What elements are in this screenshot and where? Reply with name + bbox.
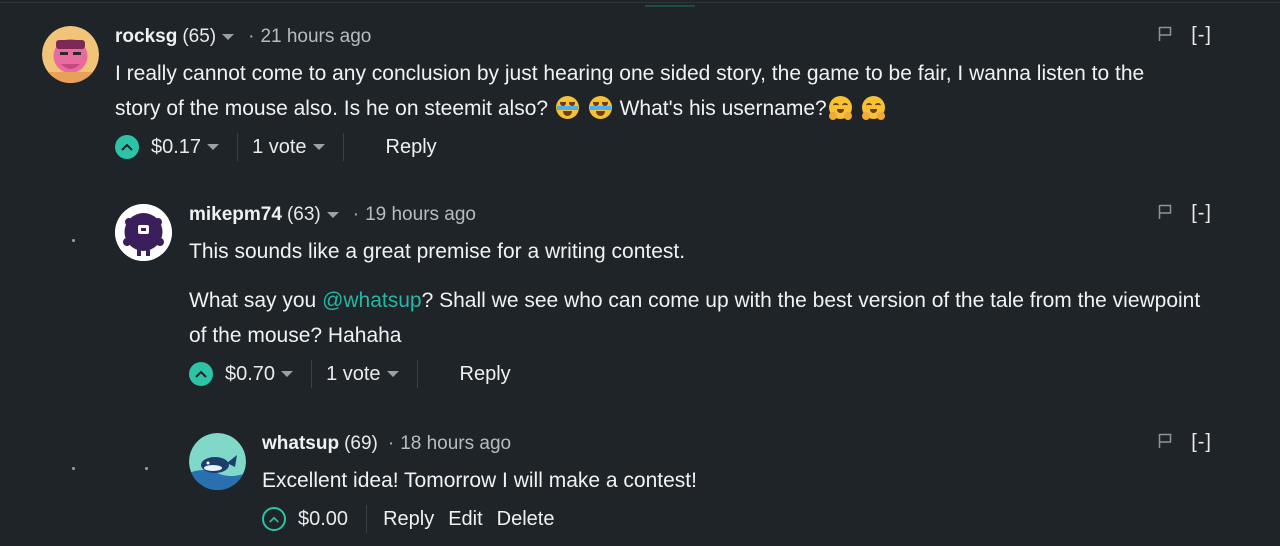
vote-count[interactable]: 1 vote <box>326 363 380 386</box>
thread-marker <box>72 239 75 242</box>
comment-footer: $0.17 1 vote Reply <box>115 132 1212 162</box>
comment-text-line: I really cannot come to any conclusion b… <box>115 62 1145 85</box>
divider <box>342 133 344 161</box>
delete-button[interactable]: Delete <box>497 508 555 531</box>
comment-text: This sounds like a great premise for a w… <box>189 234 1212 353</box>
timestamp[interactable]: 18 hours ago <box>400 433 511 455</box>
avatar[interactable] <box>42 26 99 83</box>
crying-laughing-emoji <box>555 96 579 119</box>
caret-down-icon[interactable] <box>312 144 325 150</box>
comments-thread: rocksg (65) · 21 hours ago [-] I really … <box>0 0 1280 546</box>
avatar[interactable] <box>115 204 172 261</box>
edit-button[interactable]: Edit <box>448 508 482 531</box>
comment-paragraph: Excellent idea! Tomorrow I will make a c… <box>262 469 697 492</box>
upvote-button[interactable] <box>115 135 139 159</box>
author-name[interactable]: rocksg <box>115 26 177 48</box>
chevron-up-icon <box>195 370 207 378</box>
caret-down-icon[interactable] <box>222 34 235 40</box>
flag-icon[interactable] <box>1158 433 1172 449</box>
comment-body: mikepm74 (63) · 19 hours ago [-] This so… <box>189 202 1212 389</box>
text-fragment: What say you <box>189 289 323 312</box>
chevron-up-icon <box>269 516 279 523</box>
comment-text-line: What's his username? <box>619 97 827 120</box>
caret-down-icon[interactable] <box>326 212 339 218</box>
timestamp[interactable]: 21 hours ago <box>260 26 371 48</box>
comment-body: rocksg (65) · 21 hours ago [-] I really … <box>115 24 1212 162</box>
avatar[interactable] <box>189 433 246 490</box>
comment-header: whatsup (69) · 18 hours ago [-] <box>262 431 1212 457</box>
comment-body: whatsup (69) · 18 hours ago [-] Excellen… <box>262 431 1212 534</box>
timestamp[interactable]: 19 hours ago <box>365 204 476 226</box>
vote-count[interactable]: 1 vote <box>252 136 306 159</box>
reply-button[interactable]: Reply <box>386 136 437 159</box>
divider <box>416 360 418 388</box>
divider <box>366 505 368 533</box>
collapse-button[interactable]: [-] <box>1191 24 1212 47</box>
reply-button[interactable]: Reply <box>383 508 434 531</box>
comment-footer: $0.00 Reply Edit Delete <box>262 504 1212 534</box>
top-divider <box>0 2 1280 3</box>
payout-value[interactable]: $0.70 <box>225 363 275 386</box>
thread-marker <box>145 467 148 470</box>
separator-dot: · <box>248 26 255 47</box>
author-name[interactable]: whatsup <box>262 433 339 455</box>
payout-value[interactable]: $0.17 <box>151 136 201 159</box>
separator-dot: · <box>352 204 360 225</box>
divider <box>311 360 313 388</box>
reputation-score: (69) <box>344 433 378 454</box>
comment-text: Excellent idea! Tomorrow I will make a c… <box>262 463 1212 498</box>
comment-text-line: story of the mouse also. Is he on steemi… <box>115 97 549 120</box>
top-accent-bar <box>645 5 695 7</box>
reputation-score: (65) <box>182 26 217 47</box>
chevron-up-icon <box>121 143 133 151</box>
caret-down-icon[interactable] <box>281 371 294 377</box>
thread-marker <box>72 467 75 470</box>
hugging-face-emoji <box>861 96 885 120</box>
comment-header: mikepm74 (63) · 19 hours ago [-] <box>189 202 1212 228</box>
collapse-button[interactable]: [-] <box>1191 202 1212 225</box>
flag-icon[interactable] <box>1158 26 1172 42</box>
crying-laughing-emoji <box>588 96 612 119</box>
flag-icon[interactable] <box>1158 204 1172 220</box>
payout-value[interactable]: $0.00 <box>298 508 348 531</box>
reputation-score: (63) <box>286 204 321 225</box>
upvote-button[interactable] <box>189 362 213 386</box>
author-name[interactable]: mikepm74 <box>189 204 282 226</box>
comment-header: rocksg (65) · 21 hours ago [-] <box>115 24 1212 50</box>
comment-paragraph: What say you @whatsup? Shall we see who … <box>189 283 1212 353</box>
upvote-button[interactable] <box>262 507 286 531</box>
comment-paragraph: This sounds like a great premise for a w… <box>189 240 686 263</box>
hugging-face-emoji <box>828 96 852 120</box>
divider <box>237 133 239 161</box>
caret-down-icon[interactable] <box>386 371 399 377</box>
comment-text: I really cannot come to any conclusion b… <box>115 56 1212 126</box>
separator-dot: · <box>387 433 395 454</box>
collapse-button[interactable]: [-] <box>1191 431 1212 454</box>
comment-footer: $0.70 1 vote Reply <box>189 359 1212 389</box>
caret-down-icon[interactable] <box>207 144 220 150</box>
reply-button[interactable]: Reply <box>460 363 511 386</box>
user-mention-link[interactable]: @whatsup <box>322 289 422 312</box>
